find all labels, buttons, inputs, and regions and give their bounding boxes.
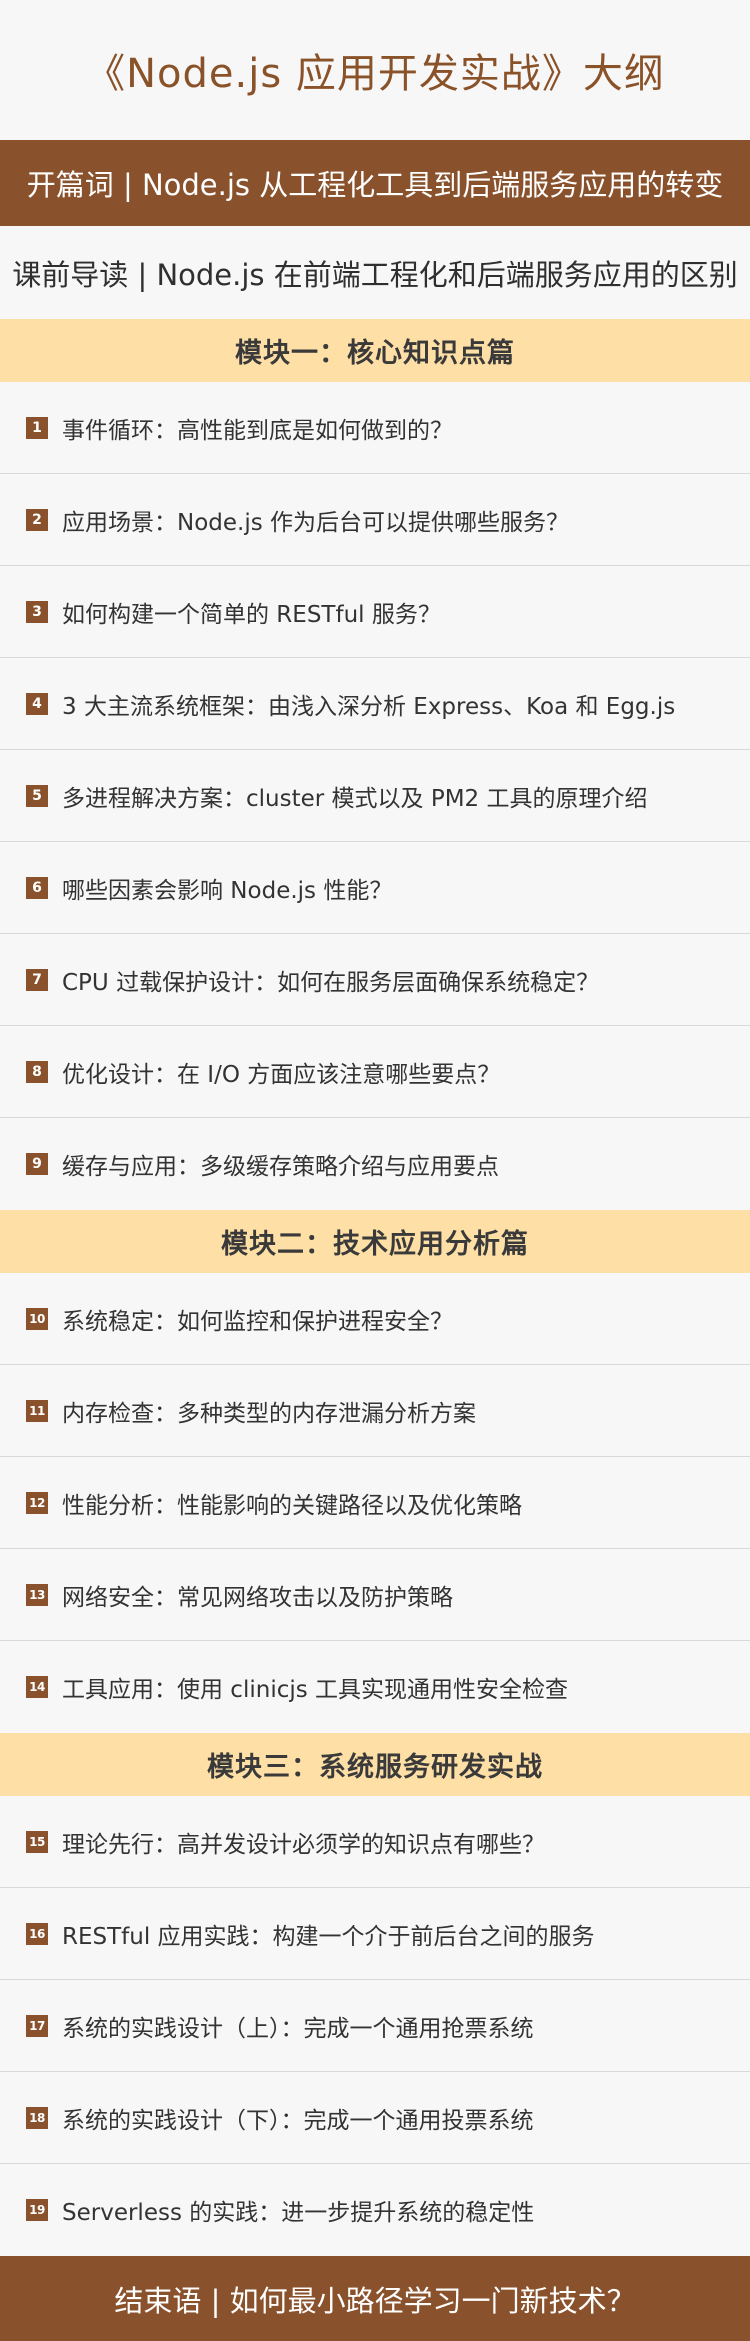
guide-lesson[interactable]: 课前导读 | Node.js 在前端工程化和后端服务应用的区别 bbox=[0, 226, 750, 319]
lesson-number-badge: 3 bbox=[26, 600, 48, 623]
lesson-item[interactable]: 16 RESTful 应用实践：构建一个介于前后台之间的服务 bbox=[0, 1888, 750, 1980]
lesson-item[interactable]: 13 网络安全：常见网络攻击以及防护策略 bbox=[0, 1549, 750, 1641]
module-header-1: 模块一：核心知识点篇 bbox=[0, 319, 750, 382]
lesson-title: 优化设计：在 I/O 方面应该注意哪些要点？ bbox=[62, 1061, 501, 1088]
lesson-number-badge: 17 bbox=[26, 2014, 48, 2037]
lesson-title: 内存检查：多种类型的内存泄漏分析方案 bbox=[62, 1400, 476, 1427]
lesson-title: 哪些因素会影响 Node.js 性能？ bbox=[62, 877, 393, 904]
lesson-number-badge: 5 bbox=[26, 784, 48, 807]
lesson-number-badge: 4 bbox=[26, 692, 48, 715]
lesson-item[interactable]: 4 3 大主流系统框架：由浅入深分析 Express、Koa 和 Egg.js bbox=[0, 658, 750, 750]
intro-lesson[interactable]: 开篇词 | Node.js 从工程化工具到后端服务应用的转变 bbox=[0, 140, 750, 226]
lesson-number-badge: 16 bbox=[26, 1922, 48, 1945]
lesson-title: 3 大主流系统框架：由浅入深分析 Express、Koa 和 Egg.js bbox=[62, 693, 676, 720]
lesson-title: 工具应用：使用 clinicjs 工具实现通用性安全检查 bbox=[62, 1677, 569, 1703]
lesson-item[interactable]: 10 系统稳定：如何监控和保护进程安全？ bbox=[0, 1273, 750, 1365]
lesson-title: 理论先行：高并发设计必须学的知识点有哪些？ bbox=[62, 1831, 545, 1858]
lesson-number-badge: 1 bbox=[26, 416, 48, 439]
module-header-3: 模块三：系统服务研发实战 bbox=[0, 1733, 750, 1796]
lesson-number-badge: 7 bbox=[26, 968, 48, 991]
lesson-title: 多进程解决方案：cluster 模式以及 PM2 工具的原理介绍 bbox=[62, 785, 648, 812]
lesson-item[interactable]: 7 CPU 过载保护设计：如何在服务层面确保系统稳定？ bbox=[0, 934, 750, 1026]
lesson-title: 应用场景：Node.js 作为后台可以提供哪些服务？ bbox=[62, 509, 570, 536]
module-2-lesson-list: 10 系统稳定：如何监控和保护进程安全？ 11 内存检查：多种类型的内存泄漏分析… bbox=[0, 1273, 750, 1733]
lesson-number-badge: 6 bbox=[26, 876, 48, 899]
lesson-item[interactable]: 19 Serverless 的实践：进一步提升系统的稳定性 bbox=[0, 2164, 750, 2256]
lesson-number-badge: 15 bbox=[26, 1830, 48, 1853]
lesson-title: 网络安全：常见网络攻击以及防护策略 bbox=[62, 1584, 453, 1611]
lesson-item[interactable]: 6 哪些因素会影响 Node.js 性能？ bbox=[0, 842, 750, 934]
module-3-lesson-list: 15 理论先行：高并发设计必须学的知识点有哪些？ 16 RESTful 应用实践… bbox=[0, 1796, 750, 2256]
lesson-number-badge: 13 bbox=[26, 1583, 48, 1606]
lesson-title: RESTful 应用实践：构建一个介于前后台之间的服务 bbox=[62, 1923, 595, 1950]
lesson-number-badge: 10 bbox=[26, 1307, 48, 1330]
lesson-title: 系统稳定：如何监控和保护进程安全？ bbox=[62, 1308, 453, 1335]
lesson-item[interactable]: 11 内存检查：多种类型的内存泄漏分析方案 bbox=[0, 1365, 750, 1457]
lesson-number-badge: 11 bbox=[26, 1399, 48, 1422]
lesson-number-badge: 19 bbox=[26, 2199, 48, 2221]
lesson-number-badge: 18 bbox=[26, 2106, 48, 2129]
page-title: 《Node.js 应用开发实战》大纲 bbox=[85, 51, 665, 97]
lesson-title: CPU 过载保护设计：如何在服务层面确保系统稳定？ bbox=[62, 969, 600, 996]
lesson-item[interactable]: 17 系统的实践设计（上）：完成一个通用抢票系统 bbox=[0, 1980, 750, 2072]
lesson-item[interactable]: 14 工具应用：使用 clinicjs 工具实现通用性安全检查 bbox=[0, 1641, 750, 1733]
lesson-item[interactable]: 18 系统的实践设计（下）：完成一个通用投票系统 bbox=[0, 2072, 750, 2164]
lesson-item[interactable]: 15 理论先行：高并发设计必须学的知识点有哪些？ bbox=[0, 1796, 750, 1888]
outro-lesson[interactable]: 结束语 | 如何最小路径学习一门新技术？ bbox=[0, 2256, 750, 2341]
lesson-number-badge: 8 bbox=[26, 1060, 48, 1083]
lesson-title: 系统的实践设计（上）：完成一个通用抢票系统 bbox=[62, 2015, 534, 2042]
lesson-number-badge: 12 bbox=[26, 1491, 48, 1514]
lesson-title: Serverless 的实践：进一步提升系统的稳定性 bbox=[62, 2200, 535, 2226]
lesson-number-badge: 9 bbox=[26, 1153, 48, 1175]
lesson-title: 系统的实践设计（下）：完成一个通用投票系统 bbox=[62, 2107, 534, 2134]
lesson-title: 性能分析：性能影响的关键路径以及优化策略 bbox=[62, 1492, 522, 1519]
lesson-item[interactable]: 8 优化设计：在 I/O 方面应该注意哪些要点？ bbox=[0, 1026, 750, 1118]
lesson-title: 缓存与应用：多级缓存策略介绍与应用要点 bbox=[62, 1154, 499, 1180]
lesson-item[interactable]: 3 如何构建一个简单的 RESTful 服务？ bbox=[0, 566, 750, 658]
lesson-item[interactable]: 1 事件循环：高性能到底是如何做到的？ bbox=[0, 382, 750, 474]
lesson-item[interactable]: 9 缓存与应用：多级缓存策略介绍与应用要点 bbox=[0, 1118, 750, 1210]
lesson-item[interactable]: 2 应用场景：Node.js 作为后台可以提供哪些服务？ bbox=[0, 474, 750, 566]
module-header-2: 模块二：技术应用分析篇 bbox=[0, 1210, 750, 1273]
lesson-title: 事件循环：高性能到底是如何做到的？ bbox=[62, 417, 453, 444]
lesson-item[interactable]: 5 多进程解决方案：cluster 模式以及 PM2 工具的原理介绍 bbox=[0, 750, 750, 842]
lesson-title: 如何构建一个简单的 RESTful 服务？ bbox=[62, 601, 441, 628]
lesson-number-badge: 14 bbox=[26, 1676, 48, 1698]
module-1-lesson-list: 1 事件循环：高性能到底是如何做到的？ 2 应用场景：Node.js 作为后台可… bbox=[0, 382, 750, 1210]
lesson-item[interactable]: 12 性能分析：性能影响的关键路径以及优化策略 bbox=[0, 1457, 750, 1549]
lesson-number-badge: 2 bbox=[26, 508, 48, 531]
course-outline-page: 《Node.js 应用开发实战》大纲 开篇词 | Node.js 从工程化工具到… bbox=[0, 0, 750, 2341]
